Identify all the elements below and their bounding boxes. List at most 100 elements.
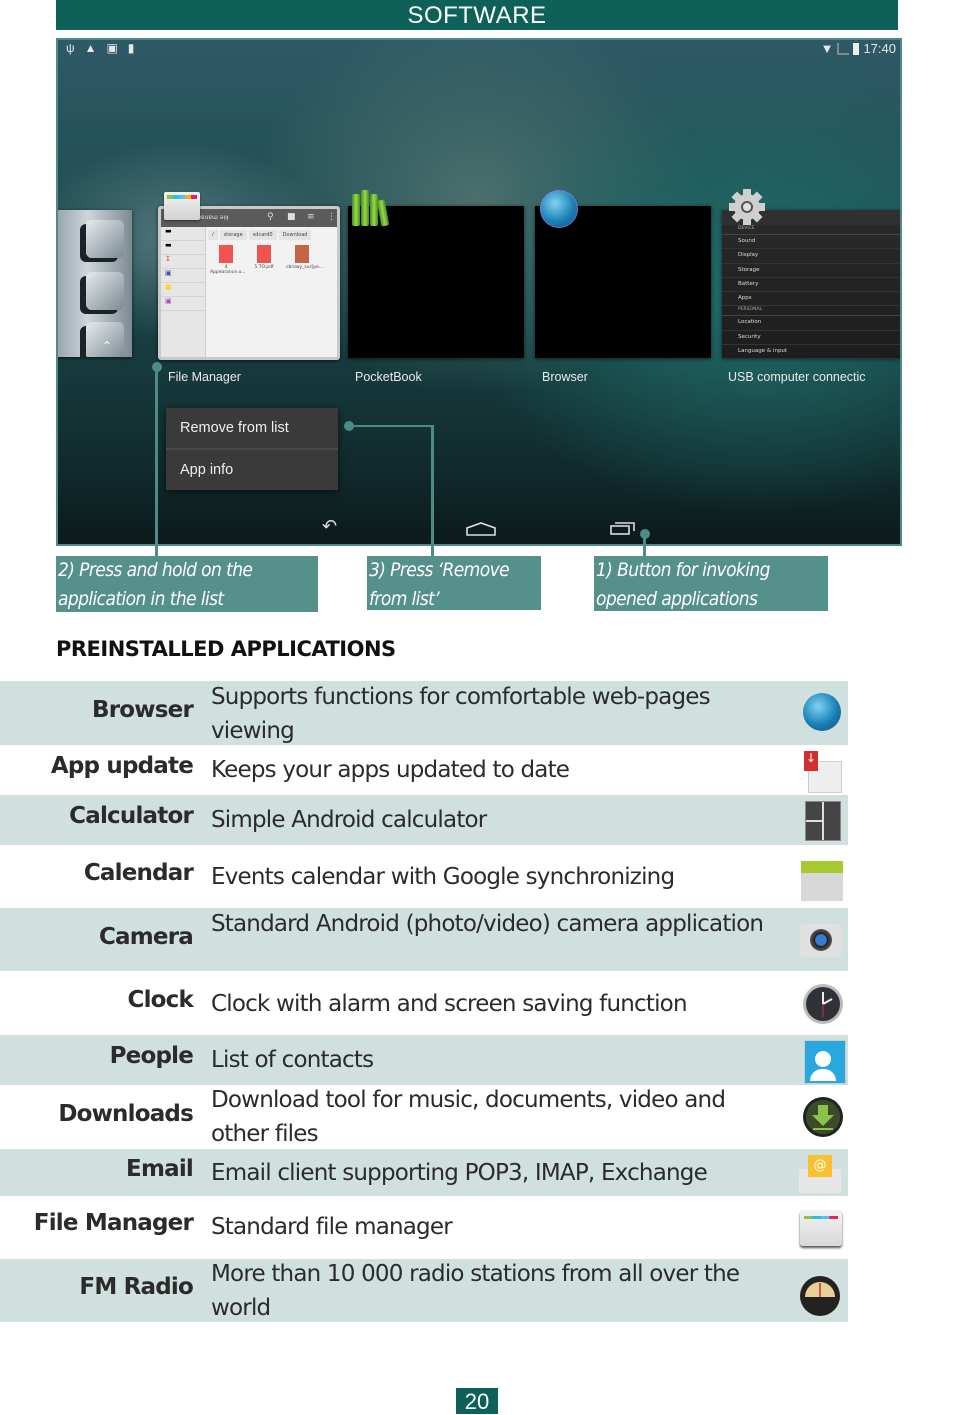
battery-icon	[853, 42, 860, 55]
app-row: People List of contacts	[0, 1035, 848, 1085]
barcode-icon: ▮	[127, 41, 135, 55]
app-name: Calendar	[83, 860, 194, 886]
overflow-icon: ⋮	[327, 212, 336, 222]
books-icon	[350, 190, 390, 227]
calendar-icon	[801, 861, 843, 901]
radio-icon	[800, 1276, 840, 1316]
email-icon: @	[799, 1153, 841, 1193]
app-name: App update	[50, 753, 194, 779]
app-description: More than 10 000 radio stations from all…	[211, 1261, 740, 1321]
nav-bar: ↶	[58, 514, 900, 540]
remove-from-list-menu-item[interactable]: Remove from list	[166, 408, 338, 448]
app-name: Calculator	[69, 803, 194, 829]
app-name: Downloads	[58, 1101, 193, 1127]
camera-icon	[800, 924, 842, 957]
chevron-up-icon: ⌃	[102, 339, 113, 353]
app-description: List of contacts	[211, 1047, 374, 1073]
breadcrumb-root: /	[208, 230, 218, 240]
app-row: FM Radio More than 10 000 radio stations…	[0, 1259, 848, 1322]
page-number: 20	[456, 1388, 498, 1414]
callout-line	[431, 425, 434, 558]
sliders-icon: ≡	[307, 212, 315, 222]
section-title: PREINSTALLED APPLICATIONS	[56, 637, 396, 661]
status-bar: ψ ▲ ▣ ▮ ▼ 17:40	[58, 40, 900, 58]
clock-icon	[803, 984, 843, 1024]
folder-icon: ■	[287, 212, 296, 222]
recent-app-card-settings[interactable]: DEVICE Sound Display Storage Battery App…	[722, 210, 900, 360]
back-icon[interactable]: ↶	[322, 514, 337, 540]
app-description: Events calendar with Google synchronizin…	[211, 864, 675, 890]
callout-line	[155, 368, 158, 558]
file-manager-icon	[800, 1210, 842, 1246]
home-icon[interactable]	[466, 522, 496, 536]
breadcrumb-storage: storage	[219, 230, 247, 240]
screenshot-icon: ▣	[106, 41, 118, 55]
wifi-icon: ▼	[820, 41, 834, 56]
contacts-icon	[804, 1040, 846, 1084]
callout-dot	[152, 362, 162, 372]
section-header: SOFTWARE	[56, 0, 898, 30]
app-row: Camera Standard Android (photo/video) ca…	[0, 908, 848, 971]
callout-press-hold: 2) Press and hold on the application in …	[56, 556, 318, 612]
file-manager-icon	[164, 192, 200, 220]
globe-icon	[540, 190, 578, 228]
app-description: Standard Android (photo/video) camera ap…	[211, 911, 764, 937]
recent-app-label: Browser	[542, 370, 588, 384]
app-description: Clock with alarm and screen saving funct…	[211, 991, 688, 1017]
recent-app-label: File Manager	[168, 370, 241, 384]
pdf-icon	[257, 245, 271, 263]
file-item: cbrowy_sur[pe...	[286, 245, 323, 275]
zip-icon	[295, 245, 309, 263]
signal-icon	[837, 42, 850, 55]
globe-icon	[803, 693, 841, 731]
pdf-icon	[219, 245, 233, 263]
recent-apps-screenshot: ψ ▲ ▣ ▮ ▼ 17:40 ⌃ ɹǝƃɐuɐɯ ǝןıɟ ⚲ ■ ≡ ⋮ ▬…	[56, 38, 902, 546]
gear-icon	[729, 189, 765, 225]
app-name: Browser	[92, 697, 194, 723]
breadcrumb-sdcard: sdcard0	[248, 230, 277, 240]
app-row: Browser Supports functions for comfortab…	[0, 681, 848, 745]
breadcrumb-download: Download	[278, 230, 312, 240]
app-update-icon: ↓	[804, 751, 842, 793]
app-row: Clock Clock with alarm and screen saving…	[0, 971, 848, 1035]
app-description: Supports functions for comfortable web-p…	[211, 684, 711, 744]
status-time: 17:40	[863, 41, 896, 56]
app-name: Clock	[127, 987, 194, 1013]
recents-icon[interactable]	[610, 521, 636, 535]
recent-app-card-pocketbook[interactable]	[348, 206, 524, 358]
app-row: Email Email client supporting POP3, IMAP…	[0, 1149, 848, 1196]
recent-app-card-photo[interactable]: ⌃	[58, 210, 132, 357]
callout-remove-from-list: 3) Press ‘Remove from list’	[367, 556, 541, 610]
app-row: File Manager Standard file manager	[0, 1196, 848, 1259]
app-description: Download tool for music, documents, vide…	[211, 1087, 726, 1147]
app-name: File Manager	[33, 1210, 194, 1236]
search-icon: ⚲	[267, 212, 274, 222]
calculator-icon	[805, 801, 841, 841]
recent-app-card-browser[interactable]	[535, 206, 711, 358]
recent-app-label: USB computer connectic	[728, 370, 866, 384]
app-description: Standard file manager	[211, 1214, 453, 1240]
app-row: Calendar Events calendar with Google syn…	[0, 845, 848, 908]
usb-icon: ψ	[66, 41, 75, 55]
app-name: FM Radio	[79, 1274, 193, 1300]
file-item: 4 Appearance.o...	[210, 245, 245, 275]
recent-app-card-file-manager[interactable]: ɹǝƃɐuɐɯ ǝןıɟ ⚲ ■ ≡ ⋮ ▬ ▬ ↧ ▣ ■ ▣ / storage sd…	[158, 206, 340, 360]
warning-icon: ▲	[84, 41, 97, 55]
app-description: Email client supporting POP3, IMAP, Exch…	[211, 1160, 708, 1186]
app-row: Downloads Download tool for music, docum…	[0, 1085, 848, 1149]
callout-recents-button: 1) Button for invoking opened applicatio…	[594, 556, 828, 611]
file-item: 5 TO.pdf	[248, 245, 280, 275]
app-row: Calculator Simple Android calculator	[0, 795, 848, 845]
callout-line	[350, 425, 433, 427]
context-menu: Remove from list App info	[166, 408, 338, 490]
app-description: Keeps your apps updated to date	[211, 757, 570, 783]
app-info-menu-item[interactable]: App info	[166, 448, 338, 490]
app-name: Email	[126, 1156, 194, 1182]
app-description: Simple Android calculator	[211, 807, 487, 833]
callout-line	[643, 535, 646, 557]
app-name: Camera	[98, 924, 194, 950]
recent-app-label: PocketBook	[355, 370, 422, 384]
download-icon	[803, 1097, 843, 1137]
app-name: People	[109, 1043, 194, 1069]
app-row: App update Keeps your apps updated to da…	[0, 745, 848, 795]
